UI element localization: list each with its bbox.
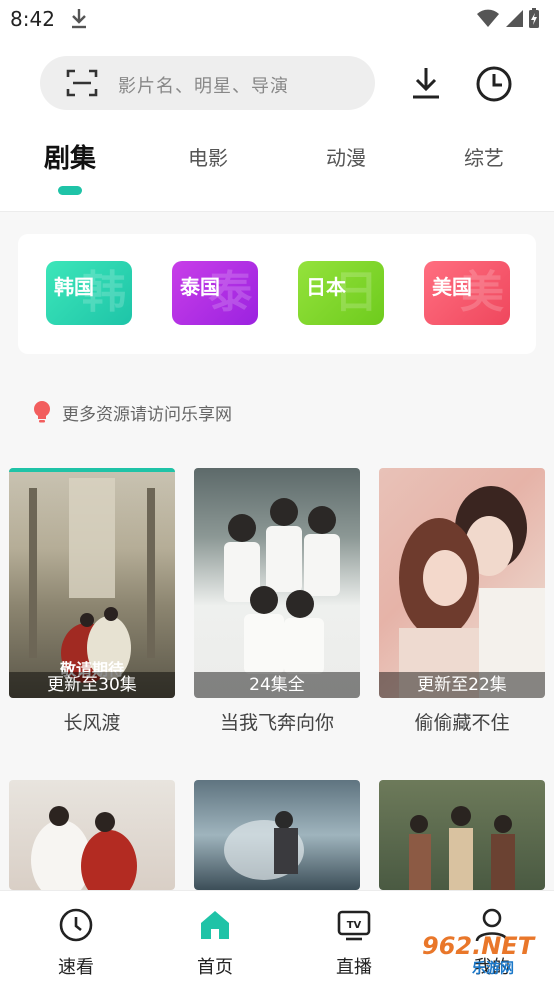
region-card: 韩国 韩 泰国 泰 日本 日 美国 美 <box>18 234 536 354</box>
search-box[interactable]: 影片名、明星、导演 <box>40 56 375 110</box>
poster-art <box>31 806 137 890</box>
clock-icon <box>59 908 93 942</box>
show-poster[interactable] <box>379 780 545 890</box>
battery-icon <box>529 8 539 28</box>
status-bar: 8:42 <box>0 0 554 40</box>
nav-item-live[interactable]: TV 直播 <box>294 891 414 984</box>
show-poster[interactable]: 敬请期待 更新至30集 <box>9 468 175 698</box>
nav-label: 首页 <box>197 957 233 978</box>
show-title[interactable]: 偷偷藏不住 <box>379 708 545 735</box>
show-poster[interactable]: 更新至22集 <box>379 468 545 698</box>
show-poster[interactable] <box>194 780 360 890</box>
tip-text[interactable]: 更多资源请访问乐享网 <box>62 400 232 425</box>
show-title[interactable]: 长风渡 <box>9 708 175 735</box>
show-poster[interactable]: 24集全 <box>194 468 360 698</box>
poster-art <box>224 811 304 880</box>
signal-icon <box>506 10 523 27</box>
poster-art <box>409 806 515 890</box>
tab-variety[interactable]: 综艺 <box>464 142 504 171</box>
region-usa-button[interactable]: 美国 美 <box>424 261 510 325</box>
nav-item-quick-watch[interactable]: 速看 <box>16 891 136 984</box>
show-poster[interactable] <box>9 780 175 890</box>
status-right <box>476 7 540 29</box>
region-label: 美国 <box>432 275 472 299</box>
nav-label: 速看 <box>58 957 94 978</box>
show-title[interactable]: 当我飞奔向你 <box>194 708 360 735</box>
download-icon[interactable] <box>408 64 444 102</box>
region-label: 日本 <box>306 275 346 299</box>
wifi-icon <box>477 9 499 27</box>
search-placeholder[interactable]: 影片名、明星、导演 <box>118 72 289 98</box>
region-japan-button[interactable]: 日本 日 <box>298 261 384 325</box>
watermark-line1: 962.NET <box>422 932 535 960</box>
category-tabs: 剧集 电影 动漫 综艺 <box>0 130 554 200</box>
episode-badge: 更新至30集 <box>9 672 175 698</box>
region-label: 泰国 <box>180 275 220 299</box>
watermark-line2: 乐游网 <box>472 961 514 977</box>
tab-movie[interactable]: 电影 <box>188 142 228 171</box>
top-area: 8:42 影片名、明星、导演 剧集 电影 动漫 综艺 <box>0 0 554 212</box>
poster-art <box>224 498 340 674</box>
status-time: 8:42 <box>10 7 55 31</box>
watermark-logo: 962.NET 乐游网 <box>414 930 548 978</box>
region-label: 韩国 <box>54 275 94 299</box>
scan-icon[interactable] <box>66 68 98 98</box>
nav-label: 直播 <box>336 957 372 978</box>
tv-icon: TV <box>337 910 371 941</box>
region-korea-button[interactable]: 韩国 韩 <box>46 261 132 325</box>
svg-text:TV: TV <box>347 920 362 931</box>
episode-badge: 更新至22集 <box>379 672 545 698</box>
tab-indicator <box>58 186 82 195</box>
history-icon[interactable] <box>474 64 514 104</box>
tab-drama[interactable]: 剧集 <box>44 138 96 175</box>
home-icon <box>201 911 229 939</box>
lightbulb-icon <box>34 401 50 423</box>
download-notification-icon <box>72 9 86 29</box>
region-thailand-button[interactable]: 泰国 泰 <box>172 261 258 325</box>
nav-item-home[interactable]: 首页 <box>155 891 275 984</box>
episode-badge: 24集全 <box>194 672 360 698</box>
poster-art <box>399 486 545 698</box>
tab-anime[interactable]: 动漫 <box>326 142 366 171</box>
